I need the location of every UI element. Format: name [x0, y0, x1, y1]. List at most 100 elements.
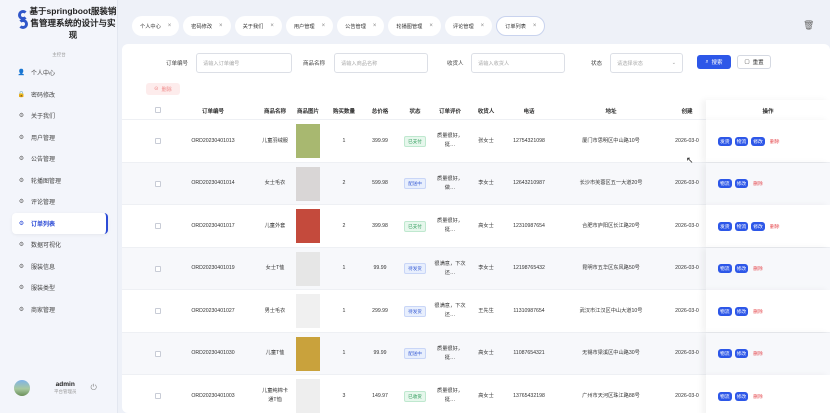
product-label: 商品名称: [303, 61, 326, 67]
cell-receiver: 高女士: [478, 350, 494, 356]
close-icon[interactable]: ×: [533, 23, 537, 29]
trash-icon[interactable]: 🗑: [803, 20, 814, 30]
status-select[interactable]: 请选择状态 ⌄: [610, 53, 683, 73]
row-checkbox[interactable]: [155, 180, 161, 187]
order-no-input[interactable]: 请输入订单编号: [196, 53, 292, 73]
row-action-button[interactable]: 物流: [718, 306, 732, 316]
row-action-button[interactable]: 修改: [734, 306, 749, 316]
cell-created: 2026-03-0: [675, 307, 699, 314]
row-action-button[interactable]: 删除: [751, 392, 765, 401]
cell-review: 质量很好，挺…: [437, 388, 463, 403]
cell-qty: 3: [342, 392, 346, 399]
logout-icon[interactable]: ⏻: [91, 383, 97, 393]
product-image-cell: [294, 290, 322, 332]
row-action-button[interactable]: 修改: [751, 221, 765, 231]
sidebar-item-label: 评论管理: [31, 200, 56, 207]
reset-button-label: 重置: [752, 60, 764, 66]
row-action-button[interactable]: 删除: [751, 179, 765, 188]
tab-label: 密码修改: [191, 23, 213, 30]
row-action-button[interactable]: 修改: [734, 179, 749, 188]
tab-5[interactable]: 轮播图管理 ×: [388, 16, 441, 36]
row-action-button[interactable]: 修改: [751, 136, 765, 146]
close-icon[interactable]: ×: [429, 23, 433, 29]
tab-7[interactable]: 订单列表 ×: [496, 16, 546, 36]
product-image[interactable]: [296, 251, 320, 286]
product-image[interactable]: [296, 379, 320, 413]
row-action-button[interactable]: 修改: [734, 391, 749, 401]
row-action-button[interactable]: 物流: [718, 179, 732, 188]
cell-order-no: ORD20230401003: [191, 392, 235, 399]
tab-6[interactable]: 评论管理 ×: [444, 16, 493, 36]
close-icon[interactable]: ×: [270, 23, 274, 29]
sidebar-item-4[interactable]: ⚙ 公告管理: [12, 148, 108, 170]
row-action-button[interactable]: 删除: [751, 307, 765, 316]
row-action-button[interactable]: 修改: [734, 264, 749, 273]
cell-review: 很满意，下次还…: [434, 303, 466, 318]
row-action-button[interactable]: 物流: [718, 391, 732, 401]
product-image[interactable]: [296, 294, 320, 328]
sidebar-item-5[interactable]: ⚙ 轮播图管理: [12, 170, 108, 192]
row-action-button[interactable]: 删除: [751, 349, 765, 358]
row-action-button[interactable]: 物流: [734, 221, 749, 231]
row-checkbox[interactable]: [155, 308, 161, 314]
search-button[interactable]: ⌕ 搜索: [697, 55, 731, 69]
product-image[interactable]: [296, 209, 320, 243]
tab-2[interactable]: 关于我们 ×: [234, 16, 282, 36]
tab-4[interactable]: 公告管理 ×: [337, 16, 385, 36]
avatar[interactable]: [14, 380, 30, 396]
gear-icon: ⚙: [18, 177, 25, 184]
row-action-button[interactable]: 物流: [718, 264, 732, 273]
row-action-button[interactable]: 发货: [718, 221, 732, 231]
row-checkbox[interactable]: [155, 138, 161, 144]
table-body: ORD20230401013 儿童羽绒服 1 399.99 已支付 质量很好，挺… 张女士 1…: [122, 120, 830, 413]
row-checkbox[interactable]: [155, 265, 161, 272]
row-action-button[interactable]: 物流: [734, 136, 749, 146]
sidebar-item-8[interactable]: ⚙ 数据可视化: [12, 234, 108, 256]
cell-product: 女士T恤: [265, 265, 285, 271]
row-checkbox[interactable]: [155, 393, 161, 399]
status-cell: 配送中: [400, 333, 430, 375]
sidebar-item-6[interactable]: ⚙ 评论管理: [12, 191, 108, 213]
product-image[interactable]: [296, 124, 320, 158]
sidebar-item-0[interactable]: 👤 个人中心: [12, 62, 108, 84]
product-image[interactable]: [296, 336, 320, 371]
reset-button[interactable]: ▢ 重置: [737, 55, 771, 69]
product-input[interactable]: 请输入商品名称: [334, 53, 428, 73]
row-action-button[interactable]: 物流: [718, 349, 732, 358]
close-icon[interactable]: ×: [322, 23, 326, 29]
batch-delete-button[interactable]: ⊝ 删除: [146, 83, 180, 95]
row-action-button[interactable]: 发货: [718, 136, 732, 146]
row-checkbox[interactable]: [155, 223, 161, 229]
sidebar-item-9[interactable]: ⚙ 服装信息: [12, 256, 108, 278]
row-action-button[interactable]: 删除: [768, 222, 782, 231]
sidebar-item-7[interactable]: ⚙ 订单列表: [12, 212, 108, 234]
close-icon[interactable]: ×: [373, 23, 377, 29]
receiver-input[interactable]: 请输入收货人: [471, 53, 565, 73]
sidebar-item-1[interactable]: 🔒 密码修改: [12, 84, 108, 106]
cell-total: 399.99: [372, 137, 388, 144]
close-icon[interactable]: ×: [481, 23, 485, 29]
sidebar-item-11[interactable]: ⚙ 商家管理: [12, 299, 108, 321]
cell-order-no: ORD20230401030: [191, 350, 235, 356]
sidebar-item-label: 服装信息: [31, 264, 56, 271]
cell-address: 合肥市庐阳区长江路20号: [582, 222, 640, 229]
status-cell: 配送中: [400, 163, 430, 205]
row-action-button[interactable]: 删除: [768, 137, 782, 146]
row-action-button[interactable]: 删除: [751, 264, 765, 273]
column-header: 订单编号: [201, 109, 224, 115]
sidebar-item-10[interactable]: ⚙ 服装类型: [12, 277, 108, 299]
product-placeholder: 请输入商品名称: [341, 60, 378, 67]
close-icon[interactable]: ×: [219, 23, 223, 29]
select-all-checkbox[interactable]: [155, 107, 161, 113]
tab-0[interactable]: 个人中心 ×: [132, 16, 180, 36]
cell-total: 399.98: [372, 222, 388, 229]
cell-receiver: 李女士: [478, 180, 494, 186]
row-checkbox[interactable]: [155, 350, 161, 357]
sidebar-item-2[interactable]: ⚙ 关于我们: [12, 105, 108, 127]
tab-1[interactable]: 密码修改 ×: [183, 16, 231, 36]
product-image[interactable]: [296, 166, 320, 201]
close-icon[interactable]: ×: [168, 23, 172, 29]
sidebar-item-3[interactable]: ⚙ 用户管理: [12, 127, 108, 149]
row-action-button[interactable]: 修改: [734, 349, 749, 358]
tab-3[interactable]: 用户管理 ×: [285, 16, 334, 36]
